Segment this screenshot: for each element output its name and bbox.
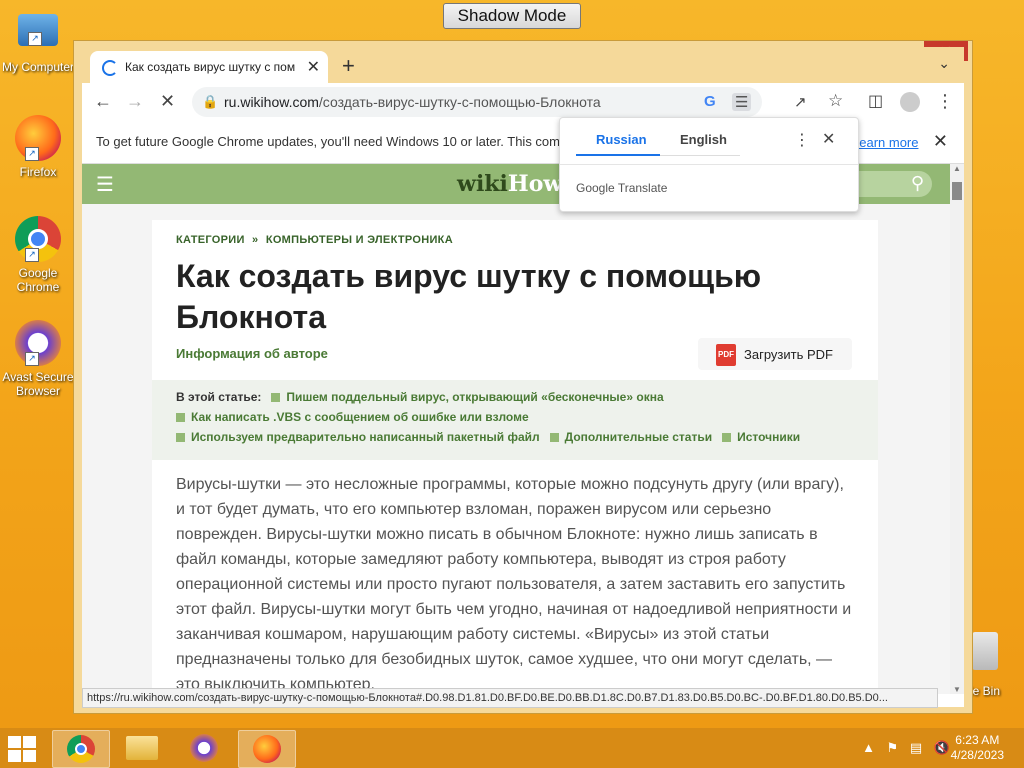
google-translate-brand: Google Translate — [576, 181, 668, 195]
active-tab-underline — [576, 154, 660, 156]
toc-lead: В этой статье: — [176, 390, 262, 404]
toc-item[interactable]: Источники — [737, 430, 800, 444]
profile-avatar-icon[interactable] — [900, 92, 920, 112]
desktop-icon-firefox[interactable]: ↗ Firefox — [0, 115, 76, 179]
breadcrumb: КАТЕГОРИИ » КОМПЬЮТЕРЫ И ЭЛЕКТРОНИКА — [176, 234, 453, 246]
pdf-icon: PDF — [716, 344, 736, 366]
article-body: Вирусы-шутки — это несложные программы, … — [152, 460, 878, 694]
volume-muted-icon[interactable]: 🔇 — [934, 740, 950, 755]
web-page: ☰ wikiHow ⚲ КАТЕГОРИИ » КОМПЬЮТЕРЫ И ЭЛЕ… — [82, 164, 950, 694]
translate-icon[interactable]: ☰ — [732, 93, 752, 111]
tab-close-icon[interactable]: ✕ — [307, 57, 320, 77]
show-hidden-icons-icon[interactable]: ▲ — [862, 740, 875, 755]
table-of-contents: В этой статье: Пишем поддельный вирус, от… — [152, 380, 878, 460]
windows-logo-icon — [8, 736, 21, 748]
chrome-icon: ↗ — [15, 216, 61, 262]
taskbar: ▲ ⚑ ▤ 🔇 6:23 AM 4/28/2023 — [0, 728, 1024, 768]
bookmark-star-icon[interactable]: ☆ — [828, 91, 843, 111]
clock[interactable]: 6:23 AM 4/28/2023 — [951, 733, 1004, 763]
taskbar-avast[interactable] — [176, 730, 232, 766]
system-tray: ▲ ⚑ ▤ 🔇 — [862, 740, 950, 756]
folder-icon — [126, 736, 158, 760]
status-bar-url: https://ru.wikihow.com/создать-вирус-шут… — [82, 688, 938, 708]
browser: Как создать вирус шутку с помощ ✕ + ⌄ ← … — [82, 47, 964, 708]
taskbar-chrome[interactable] — [52, 730, 110, 768]
desktop-icon-label: Avast Secure Browser — [2, 370, 74, 398]
desktop-icon-label: My Computer — [1, 60, 75, 74]
scrollbar-thumb[interactable] — [952, 182, 962, 200]
address-bar[interactable]: 🔒 ru.wikihow.com/создать-вирус-шутку-с-п… — [192, 87, 762, 117]
learn-more-link[interactable]: Learn more — [852, 135, 918, 150]
toc-item[interactable]: Как написать .VBS с сообщением об ошибке… — [191, 410, 529, 424]
stop-button[interactable]: ✕ — [160, 91, 175, 112]
tab-underline — [660, 155, 740, 156]
translate-close-icon[interactable]: ✕ — [822, 129, 835, 149]
firefox-icon: ↗ — [15, 115, 61, 161]
toc-item[interactable]: Используем предварительно написанный пак… — [191, 430, 540, 444]
firefox-icon — [253, 735, 281, 763]
side-panel-icon[interactable]: ◫ — [868, 91, 883, 111]
infobar-close-icon[interactable]: ✕ — [933, 131, 948, 152]
network-icon[interactable]: ▤ — [910, 740, 922, 755]
toolbar: ← → ✕ 🔒 ru.wikihow.com/создать-вирус-шут… — [82, 83, 964, 121]
avast-icon: ↗ — [15, 320, 61, 366]
forward-button[interactable]: → — [126, 91, 144, 112]
menu-kebab-icon[interactable]: ⋮ — [936, 91, 954, 112]
new-tab-button[interactable]: + — [342, 53, 355, 79]
tab-russian[interactable]: Russian — [596, 132, 647, 147]
search-icon[interactable]: ⚲ — [911, 173, 924, 194]
taskbar-file-explorer[interactable] — [114, 730, 170, 766]
download-pdf-button[interactable]: PDF Загрузить PDF — [698, 338, 852, 370]
translate-popup: Russian English ⋮ ✕ Google Translate — [559, 117, 859, 212]
breadcrumb-separator: » — [252, 234, 259, 246]
avast-icon — [190, 734, 218, 762]
desktop-icon-label: Google Chrome — [16, 266, 60, 294]
tab-english[interactable]: English — [680, 132, 727, 147]
breadcrumb-categories[interactable]: КАТЕГОРИИ — [176, 234, 245, 246]
clock-time: 6:23 AM — [955, 733, 1000, 747]
scroll-up-icon[interactable]: ▲ — [953, 164, 961, 173]
author-info-link[interactable]: Информация об авторе — [176, 346, 328, 361]
flag-icon[interactable]: ⚑ — [887, 740, 899, 755]
translate-options-icon[interactable]: ⋮ — [794, 130, 810, 150]
taskbar-firefox[interactable] — [238, 730, 296, 768]
page-scrollbar[interactable]: ▲ ▼ — [950, 164, 964, 694]
share-icon[interactable]: ↗ — [794, 93, 807, 111]
divider — [560, 164, 858, 165]
desktop-icon-label: Firefox — [19, 165, 57, 179]
hamburger-menu-icon[interactable]: ☰ — [96, 172, 114, 197]
page-title: Как создать вирус шутку с помощью Блокно… — [176, 258, 762, 335]
infobar-text: To get future Google Chrome updates, you… — [96, 134, 560, 149]
scroll-down-icon[interactable]: ▼ — [953, 685, 961, 694]
loading-spinner-icon — [102, 60, 118, 76]
computer-icon: ↗ — [18, 14, 58, 46]
url-text: ru.wikihow.com/создать-вирус-шутку-с-пом… — [224, 94, 601, 110]
toc-item[interactable]: Дополнительные статьи — [565, 430, 712, 444]
tab-active[interactable]: Как создать вирус шутку с помощ ✕ — [90, 51, 328, 83]
download-pdf-label: Загрузить PDF — [744, 347, 833, 362]
intro-paragraph: Вирусы-шутки — это несложные программы, … — [176, 476, 852, 693]
recycle-bin-icon — [972, 632, 998, 670]
tab-strip: Как создать вирус шутку с помощ ✕ + ⌄ — [82, 47, 964, 83]
breadcrumb-computers[interactable]: КОМПЬЮТЕРЫ И ЭЛЕКТРОНИКА — [266, 234, 453, 246]
toc-item[interactable]: Пишем поддельный вирус, открывающий «бес… — [286, 390, 663, 404]
tab-title: Как создать вирус шутку с помощ — [125, 60, 295, 74]
clock-date: 4/28/2023 — [950, 748, 1004, 762]
desktop-icon-my-computer[interactable]: ↗ My Computer — [0, 10, 76, 74]
back-button[interactable]: ← — [94, 91, 112, 112]
lock-icon[interactable]: 🔒 — [202, 94, 218, 110]
wikihow-logo[interactable]: wikiHow — [457, 171, 562, 197]
chrome-window: — □ ✕ Как создать вирус шутку с помощ ✕ … — [73, 40, 973, 714]
shadow-mode-button[interactable]: Shadow Mode — [443, 3, 581, 29]
google-lens-icon[interactable]: G — [704, 93, 716, 110]
desktop-icon-google-chrome[interactable]: ↗ Google Chrome — [0, 216, 76, 294]
start-button[interactable] — [8, 736, 38, 762]
tab-search-chevron-icon[interactable]: ⌄ — [938, 55, 950, 72]
chrome-icon — [67, 735, 95, 763]
article-header-card: КАТЕГОРИИ » КОМПЬЮТЕРЫ И ЭЛЕКТРОНИКА Как… — [152, 220, 878, 380]
desktop-icon-avast[interactable]: ↗ Avast Secure Browser — [0, 320, 76, 398]
